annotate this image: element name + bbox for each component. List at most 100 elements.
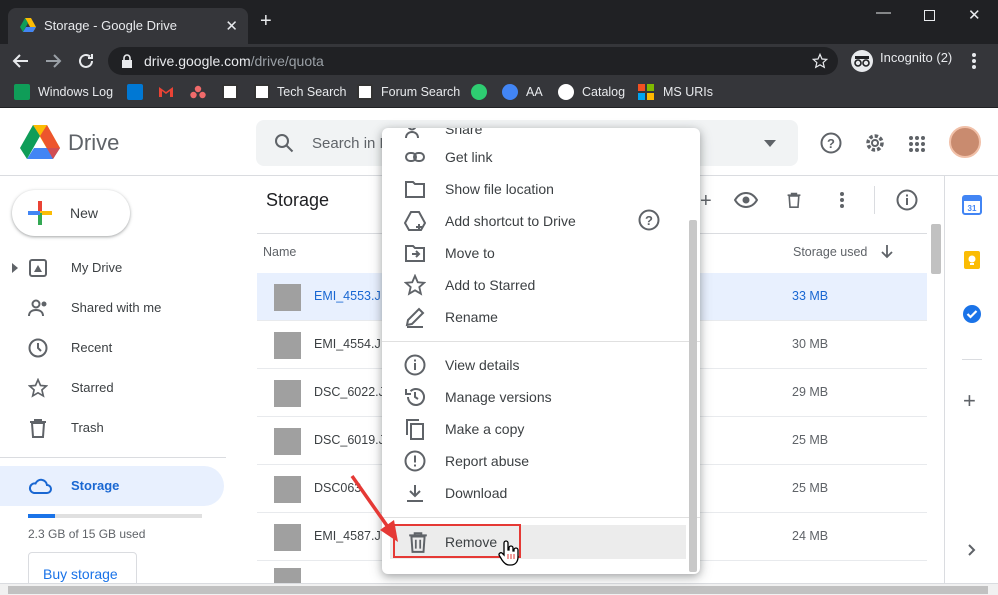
menu-item-label: Download bbox=[445, 485, 508, 501]
plus-icon bbox=[28, 201, 52, 225]
file-size: 25 MB bbox=[792, 433, 829, 447]
forward-icon[interactable] bbox=[44, 52, 62, 70]
sidebar-item-storage[interactable]: Storage bbox=[0, 466, 224, 506]
settings-gear-icon[interactable] bbox=[864, 132, 886, 154]
bookmark-catalog[interactable]: Catalog bbox=[582, 85, 625, 99]
avatar[interactable] bbox=[949, 126, 981, 158]
add-addon-icon[interactable]: + bbox=[963, 390, 976, 412]
cloud-icon bbox=[28, 478, 52, 494]
move-to-icon bbox=[405, 245, 425, 262]
horizontal-scrollbar[interactable] bbox=[0, 583, 998, 595]
column-header-name[interactable]: Name bbox=[263, 245, 296, 259]
incognito-icon[interactable] bbox=[850, 49, 874, 73]
apps-grid-icon[interactable] bbox=[908, 135, 926, 153]
menu-item-make-a-copy[interactable]: Make a copy bbox=[382, 413, 700, 445]
file-size: 29 MB bbox=[792, 385, 829, 399]
expand-arrow-icon[interactable] bbox=[12, 263, 18, 273]
bookmark-tech-search[interactable]: Tech Search bbox=[277, 85, 346, 99]
people-icon bbox=[28, 299, 47, 317]
menu-item-add-to-starred[interactable]: Add to Starred bbox=[382, 269, 700, 301]
sidebar-item-starred[interactable]: Starred bbox=[0, 370, 226, 406]
window-close-icon[interactable]: ✕ bbox=[968, 6, 981, 24]
eye-icon bbox=[502, 84, 518, 100]
menu-item-label: Manage versions bbox=[445, 389, 552, 405]
bookmark-ms-uris[interactable]: MS URIs bbox=[663, 85, 713, 99]
keep-icon[interactable] bbox=[962, 250, 982, 270]
menu-item-label: Add to Starred bbox=[445, 277, 536, 293]
sort-arrow-down-icon[interactable] bbox=[881, 245, 893, 259]
more-actions-icon[interactable] bbox=[840, 192, 844, 208]
info-icon[interactable] bbox=[896, 189, 918, 211]
chevron-right-icon[interactable] bbox=[968, 544, 976, 556]
trash-icon bbox=[30, 419, 46, 438]
address-bar[interactable]: drive.google.com/drive/quota bbox=[108, 47, 838, 75]
preview-eye-icon[interactable] bbox=[734, 192, 758, 208]
delete-icon[interactable] bbox=[786, 190, 802, 210]
menu-item-add-shortcut-to-drive[interactable]: Add shortcut to Drive ? bbox=[382, 205, 700, 237]
search-options-icon[interactable] bbox=[764, 140, 776, 147]
new-button[interactable]: New bbox=[12, 190, 130, 236]
menu-item-report-abuse[interactable]: Report abuse bbox=[382, 445, 700, 477]
sidebar-item-trash[interactable]: Trash bbox=[0, 410, 226, 446]
gmail-icon[interactable] bbox=[158, 86, 174, 98]
bookmark-windows-log[interactable]: Windows Log bbox=[38, 85, 113, 99]
lock-icon bbox=[122, 54, 132, 68]
storage-quota-fill bbox=[28, 514, 55, 518]
file-size: 30 MB bbox=[792, 337, 829, 351]
browser-tab-bar: Storage - Google Drive ✕ + — ✕ bbox=[0, 0, 998, 44]
help-icon[interactable]: ? bbox=[638, 209, 660, 231]
share-icon bbox=[405, 128, 419, 139]
t-icon[interactable] bbox=[222, 84, 238, 100]
outlook-icon[interactable] bbox=[127, 84, 143, 100]
reload-icon[interactable] bbox=[77, 52, 95, 70]
svg-text:?: ? bbox=[645, 213, 653, 228]
bookmark-star-icon[interactable] bbox=[812, 53, 828, 69]
tab-close-icon[interactable]: ✕ bbox=[225, 17, 238, 35]
sidebar-item-label: Storage bbox=[71, 478, 120, 493]
sidebar-item-shared-with-me[interactable]: Shared with me bbox=[0, 290, 226, 326]
bookmark-aa[interactable]: AA bbox=[526, 85, 543, 99]
add-shortcut-icon bbox=[404, 211, 426, 231]
browser-tab[interactable]: Storage - Google Drive ✕ bbox=[8, 8, 248, 44]
help-icon[interactable]: ? bbox=[820, 132, 842, 154]
sidebar-item-my-drive[interactable]: My Drive bbox=[0, 250, 226, 286]
minimize-icon[interactable]: — bbox=[876, 4, 891, 21]
vertical-scrollbar[interactable] bbox=[931, 224, 941, 274]
file-thumbnail bbox=[274, 380, 301, 407]
tasks-icon[interactable] bbox=[962, 304, 982, 324]
menu-item-get-link[interactable]: Get link bbox=[382, 141, 700, 173]
horizontal-scroll-thumb[interactable] bbox=[8, 586, 988, 594]
app-title[interactable]: Drive bbox=[68, 130, 119, 156]
search-icon[interactable] bbox=[274, 133, 294, 153]
sidebar-item-recent[interactable]: Recent bbox=[0, 330, 226, 366]
menu-item-download[interactable]: Download bbox=[382, 477, 700, 509]
menu-item-manage-versions[interactable]: Manage versions bbox=[382, 381, 700, 413]
column-header-storage-used[interactable]: Storage used bbox=[793, 245, 867, 259]
calendar-icon[interactable]: 31 bbox=[962, 195, 982, 215]
bookmark-forum-search[interactable]: Forum Search bbox=[381, 85, 460, 99]
menu-item-rename[interactable]: Rename bbox=[382, 301, 700, 333]
add-people-icon[interactable]: + bbox=[700, 190, 712, 213]
clock-icon bbox=[28, 338, 48, 358]
menu-scrollbar[interactable] bbox=[689, 220, 697, 572]
new-tab-button[interactable]: + bbox=[260, 11, 272, 31]
maximize-icon[interactable] bbox=[924, 10, 935, 21]
menu-item-move-to[interactable]: Move to bbox=[382, 237, 700, 269]
browser-menu-icon[interactable] bbox=[972, 53, 976, 69]
info-icon bbox=[404, 354, 426, 376]
menu-item-label: Share bbox=[445, 128, 483, 137]
toolbar-divider bbox=[874, 186, 875, 214]
menu-item-view-details[interactable]: View details bbox=[382, 349, 700, 381]
history-icon bbox=[405, 388, 425, 406]
star-icon bbox=[28, 378, 48, 398]
file-name: DSC_6019.J bbox=[314, 433, 385, 447]
back-icon[interactable] bbox=[12, 52, 30, 70]
drive-logo-icon[interactable] bbox=[20, 125, 60, 159]
asana-icon[interactable] bbox=[190, 85, 206, 99]
menu-item-show-file-location[interactable]: Show file location bbox=[382, 173, 700, 205]
feedly-icon[interactable] bbox=[471, 84, 487, 100]
copy-icon bbox=[406, 419, 424, 440]
link-icon bbox=[405, 152, 425, 162]
profile-label[interactable]: Incognito (2) bbox=[880, 50, 952, 65]
buy-storage-label: Buy storage bbox=[43, 566, 118, 582]
